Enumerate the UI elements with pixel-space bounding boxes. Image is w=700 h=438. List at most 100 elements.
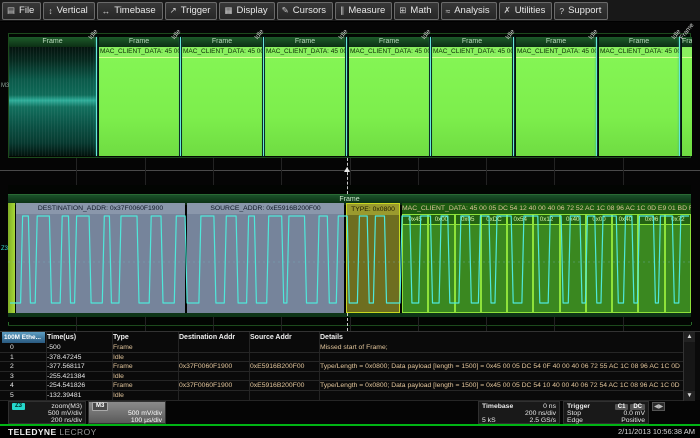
cell-num: 2 bbox=[10, 362, 40, 371]
field-type: TYPE: 0x0800 bbox=[346, 203, 400, 313]
byte-value-label: 0x72 bbox=[666, 215, 690, 225]
frame-header-label: Frame bbox=[182, 37, 262, 47]
trigger-label: Trigger bbox=[567, 403, 590, 410]
z3-vdiv: 500 mV/div bbox=[48, 410, 82, 417]
byte-cell: 0x45 bbox=[402, 214, 428, 313]
menu-item-measure[interactable]: ∥ Measure bbox=[335, 2, 392, 20]
menu-item-vertical[interactable]: ↕ Vertical bbox=[43, 2, 94, 20]
field-source-addr: SOURCE_ADDR: 0xE5916B200F00 bbox=[187, 203, 344, 313]
menu-item-timebase[interactable]: ↔Timebase bbox=[97, 2, 163, 20]
table-row[interactable]: 0-500FrameMissed start of Frame; bbox=[0, 343, 683, 353]
scroll-down-icon[interactable]: ▼ bbox=[684, 391, 695, 401]
z3-tdiv: 200 ns/div bbox=[51, 417, 82, 424]
graticule-division-line bbox=[213, 158, 214, 185]
table-row[interactable]: 1-378.47245Idle bbox=[0, 353, 683, 363]
frame-body bbox=[265, 58, 345, 156]
decoded-frame: FrameMAC_CLIENT_DATA: 45 00 bbox=[599, 37, 679, 156]
graticule-division-line bbox=[554, 158, 555, 185]
menu-item-file[interactable]: ▤File bbox=[2, 2, 41, 20]
trace-label-z3: Z3 bbox=[1, 246, 8, 252]
menu-item-label: Timebase bbox=[114, 5, 155, 16]
menu-item-support[interactable]: ?Support bbox=[554, 2, 608, 20]
cell-num: 0 bbox=[10, 343, 40, 352]
timebase-offset: 0 ns bbox=[543, 403, 556, 410]
timebase-perdiv: 200 ns/div bbox=[525, 410, 556, 417]
math-trace-descriptor[interactable]: M3 500 mV/div 100 µs/div bbox=[88, 401, 166, 424]
field-label-type: TYPE: 0x0800 bbox=[347, 204, 399, 215]
brand-teledyne: TELEDYNE bbox=[8, 427, 57, 437]
cell-type: Frame bbox=[113, 343, 173, 352]
frame-header-label: Frame bbox=[349, 37, 429, 47]
graticule-division-line bbox=[623, 158, 624, 185]
menu-item-math[interactable]: ⊞Math bbox=[394, 2, 438, 20]
byte-value-label: 0x45 bbox=[403, 215, 427, 225]
brand-logo: TELEDYNE LECROY bbox=[8, 427, 97, 437]
byte-cell: 0x40 bbox=[612, 214, 638, 313]
menu-item-utilities[interactable]: ✗Utilities bbox=[499, 2, 553, 20]
cell-time: -255.421384 bbox=[47, 372, 107, 381]
cell-src: 0xE5916B200F00 bbox=[250, 381, 316, 390]
cell-details: Type/Length = 0x0800; Data payload [leng… bbox=[320, 381, 680, 390]
table-row[interactable]: 4-254.541826Frame0x37F0060F19000xE5916B2… bbox=[0, 381, 683, 391]
frame-mac-data-label bbox=[682, 47, 692, 58]
frame-mac-data-label: MAC_CLIENT_DATA: 45 00 bbox=[349, 47, 429, 58]
cell-dest: 0x37F0060F1900 bbox=[179, 381, 245, 390]
field-label-mac-client-data: MAC_CLIENT_DATA: 45 00 05 DC 54 12 40 00… bbox=[402, 203, 691, 214]
zoom-trace-descriptor[interactable]: Z3 zoom(M3) 500 mV/div 200 ns/div bbox=[8, 401, 86, 424]
descriptor-row: Z3 zoom(M3) 500 mV/div 200 ns/div M3 500… bbox=[0, 401, 700, 424]
graticule-division-line bbox=[76, 317, 77, 331]
table-row[interactable]: 2-377.568117Frame0x37F0060F19000xE5916B2… bbox=[0, 362, 683, 372]
column-header-type: Type bbox=[113, 332, 129, 343]
byte-cell: 0x00 bbox=[586, 214, 612, 313]
byte-value-label: 0x00 bbox=[429, 215, 453, 225]
trigger-descriptor[interactable]: Trigger C1 DC Stop 0.0 mV Edge Positive bbox=[563, 401, 649, 424]
graticule-division-line bbox=[213, 317, 214, 331]
cell-time: -378.47245 bbox=[47, 353, 107, 362]
byte-value-label: 0xDC bbox=[482, 215, 506, 225]
menu-item-display[interactable]: ▦Display bbox=[219, 2, 274, 20]
descriptor-nav-icon[interactable]: ◀▶ bbox=[652, 402, 665, 411]
top-waveform-panel: FrameFrameMAC_CLIENT_DATA: 45 00FrameMAC… bbox=[8, 33, 691, 158]
measure-icon: ∥ bbox=[340, 5, 344, 16]
support-icon: ? bbox=[559, 6, 564, 16]
graticule-division-line bbox=[623, 317, 624, 331]
cell-time: -500 bbox=[47, 343, 107, 352]
table-row[interactable]: 5-132.39481Idle bbox=[0, 391, 683, 401]
byte-cell: 0x54 bbox=[507, 214, 533, 313]
byte-cell: 0xDC bbox=[481, 214, 507, 313]
zoom-position-cursor[interactable] bbox=[347, 158, 348, 194]
zoom-position-cursor-lower[interactable] bbox=[347, 313, 348, 331]
table-scrollbar[interactable]: ▲ ▼ bbox=[683, 332, 695, 401]
scroll-up-icon[interactable]: ▲ bbox=[684, 332, 695, 342]
cell-type: Frame bbox=[113, 362, 173, 371]
byte-value-label: 0x54 bbox=[508, 215, 532, 225]
frame-boundary-line bbox=[513, 37, 514, 156]
frame-start-strip bbox=[8, 203, 15, 313]
menu-item-analysis[interactable]: ≈Analysis bbox=[441, 2, 497, 20]
frame-body bbox=[349, 58, 429, 156]
oscilloscope-screen: ▤File ↕ Vertical ↔Timebase↗Trigger▦Display✎… bbox=[0, 0, 700, 438]
vertical-icon: ↕ bbox=[48, 6, 52, 16]
frame-mac-data-label: MAC_CLIENT_DATA: 45 00 bbox=[182, 47, 262, 58]
timebase-rate: 2.5 GS/s bbox=[530, 417, 556, 424]
byte-value-label: 0x00 bbox=[587, 215, 611, 225]
zoom-tick bbox=[691, 322, 692, 325]
table-title-tab[interactable]: 100M Ethe... bbox=[2, 332, 45, 343]
timebase-descriptor[interactable]: Timebase 0 ns 200 ns/div 5 kS 2.5 GS/s bbox=[478, 401, 560, 424]
menu-item-label: Measure bbox=[348, 5, 385, 16]
decoded-frame: Frame bbox=[9, 37, 96, 156]
menu-item-trigger[interactable]: ↗Trigger bbox=[165, 2, 218, 20]
decoded-frame: Frame bbox=[682, 37, 692, 156]
utilities-icon: ✗ bbox=[504, 5, 511, 16]
cell-time: -132.39481 bbox=[47, 391, 107, 400]
frame-header-label: Frame bbox=[99, 37, 179, 47]
m3-vdiv: 500 mV/div bbox=[128, 410, 162, 417]
frame-body bbox=[99, 58, 179, 156]
brand-lecroy: LECROY bbox=[59, 427, 96, 437]
menu-item-cursors[interactable]: ✎Cursors bbox=[277, 2, 333, 20]
table-row[interactable]: 3-255.421384Idle bbox=[0, 372, 683, 382]
cell-src: 0xE5916B200F00 bbox=[250, 362, 316, 371]
decoded-frame: FrameMAC_CLIENT_DATA: 45 00 bbox=[265, 37, 345, 156]
menu-item-label: Vertical bbox=[57, 5, 88, 16]
frame-boundary-line bbox=[96, 37, 97, 156]
